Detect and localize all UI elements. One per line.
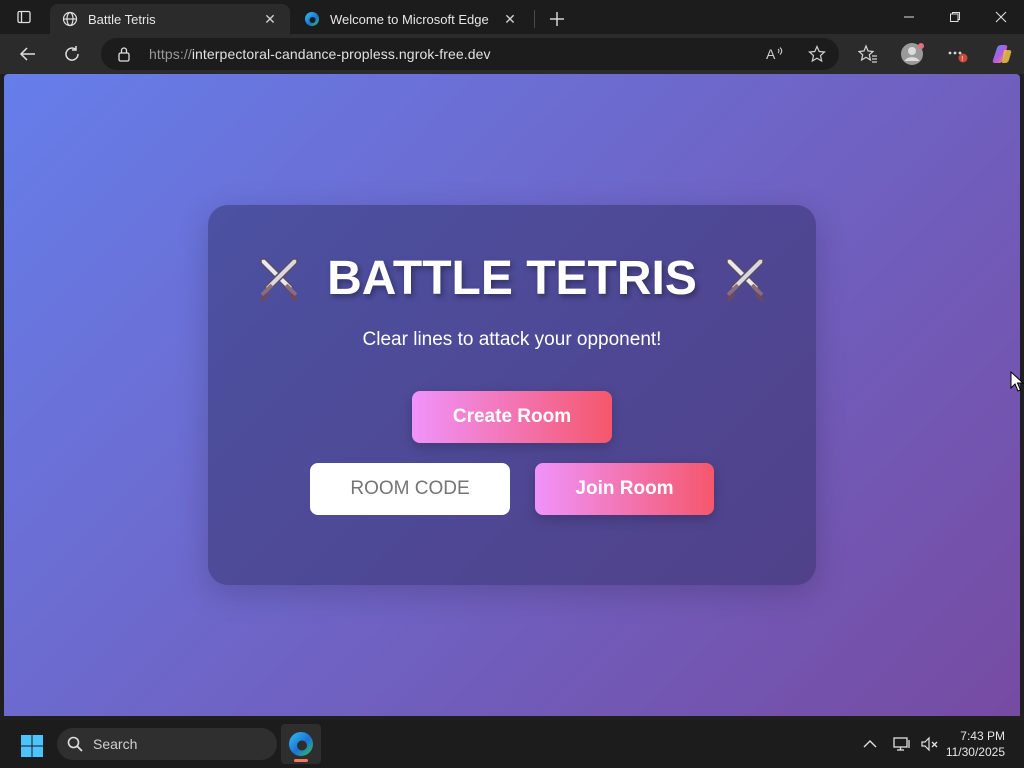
window-controls: [886, 0, 1024, 34]
tab-actions-button[interactable]: [0, 0, 48, 34]
refresh-button[interactable]: [54, 38, 90, 70]
active-app-indicator: [294, 759, 308, 762]
title-text: BATTLE TETRIS: [327, 252, 697, 305]
plus-icon: [550, 12, 564, 26]
globe-icon: [62, 11, 78, 27]
crossed-swords-icon: [260, 257, 298, 302]
crossed-swords-icon: [726, 257, 764, 302]
svg-text:!: !: [961, 56, 963, 63]
url-scheme: https://: [149, 46, 192, 62]
create-room-button[interactable]: Create Room: [412, 391, 612, 443]
minimize-button[interactable]: [886, 0, 932, 34]
subtitle: Clear lines to attack your opponent!: [362, 329, 662, 350]
close-tab-icon[interactable]: ✕: [260, 9, 280, 29]
page-edge: [1020, 74, 1024, 716]
search-icon: [67, 736, 83, 752]
clock[interactable]: 7:43 PM 11/30/2025: [944, 728, 1024, 760]
monitor-network-icon: [893, 737, 910, 751]
favorites-button[interactable]: [852, 38, 884, 70]
copilot-icon: [992, 45, 1012, 63]
join-room-button[interactable]: Join Room: [535, 463, 714, 515]
chevron-up-icon: [863, 740, 877, 748]
refresh-icon: [65, 46, 79, 61]
tab-title: Battle Tetris: [88, 11, 156, 27]
system-tray: 7:43 PM 11/30/2025: [856, 720, 1024, 768]
tab-battle-tetris[interactable]: Battle Tetris ✕: [50, 4, 290, 34]
new-tab-button[interactable]: [541, 4, 573, 34]
restore-button[interactable]: [932, 0, 978, 34]
lock-icon[interactable]: [117, 46, 133, 62]
toolbar-right: !: [852, 38, 1024, 70]
close-window-button[interactable]: [978, 0, 1024, 34]
tab-separator: [534, 10, 535, 28]
close-tab-icon[interactable]: ✕: [500, 9, 520, 29]
windows-logo-icon: [21, 735, 43, 757]
search-label: Search: [93, 736, 138, 752]
back-button[interactable]: [10, 38, 46, 70]
clock-date: 11/30/2025: [945, 745, 1005, 759]
start-button[interactable]: [16, 730, 48, 762]
read-aloud-icon[interactable]: A: [763, 42, 787, 66]
tab-title: Welcome to Microsoft Edge: [330, 11, 489, 27]
edge-icon: [289, 732, 313, 756]
lobby-card: BATTLE TETRIS Clear lines to attack your…: [208, 205, 816, 585]
edge-icon: [304, 11, 320, 27]
settings-more-button[interactable]: !: [942, 38, 974, 70]
copilot-button[interactable]: [987, 38, 1019, 70]
volume-muted-icon: [921, 736, 938, 752]
address-bar[interactable]: https://interpectoral-candance-propless.…: [101, 38, 839, 70]
clock-time: 7:43 PM: [960, 729, 1005, 743]
more-dots-icon: !: [948, 51, 968, 63]
taskbar-search[interactable]: Search: [57, 728, 277, 760]
url-text[interactable]: https://interpectoral-candance-propless.…: [149, 46, 491, 62]
minimize-icon: [904, 16, 914, 18]
taskbar: Search 7:43 PM 11/30/2025: [0, 720, 1024, 768]
url-host: interpectoral-candance-propless.ngrok-fr…: [191, 46, 491, 62]
profile-button[interactable]: [897, 38, 929, 70]
network-button[interactable]: [888, 730, 916, 758]
favorites-icon: [858, 44, 877, 63]
volume-button[interactable]: [916, 730, 944, 758]
tab-actions-icon: [17, 10, 31, 24]
favorite-star-icon[interactable]: [805, 42, 829, 66]
address-bar-actions: A: [763, 38, 829, 70]
page-title: BATTLE TETRIS: [208, 251, 816, 306]
mouse-cursor-icon: [1010, 371, 1024, 392]
browser-toolbar: https://interpectoral-candance-propless.…: [0, 34, 1024, 74]
page-viewport: BATTLE TETRIS Clear lines to attack your…: [4, 74, 1020, 716]
taskbar-edge-button[interactable]: [281, 724, 321, 764]
show-hidden-icons-button[interactable]: [856, 730, 884, 758]
room-code-input[interactable]: [310, 463, 510, 515]
browser-titlebar: Battle Tetris ✕ Welcome to Microsoft Edg…: [0, 0, 1024, 34]
back-arrow-icon: [19, 47, 35, 61]
tab-welcome-edge[interactable]: Welcome to Microsoft Edge ✕: [292, 4, 530, 34]
close-icon: [995, 11, 1007, 23]
restore-icon: [950, 12, 960, 22]
svg-text:A: A: [766, 46, 776, 62]
avatar-icon: [901, 43, 924, 65]
